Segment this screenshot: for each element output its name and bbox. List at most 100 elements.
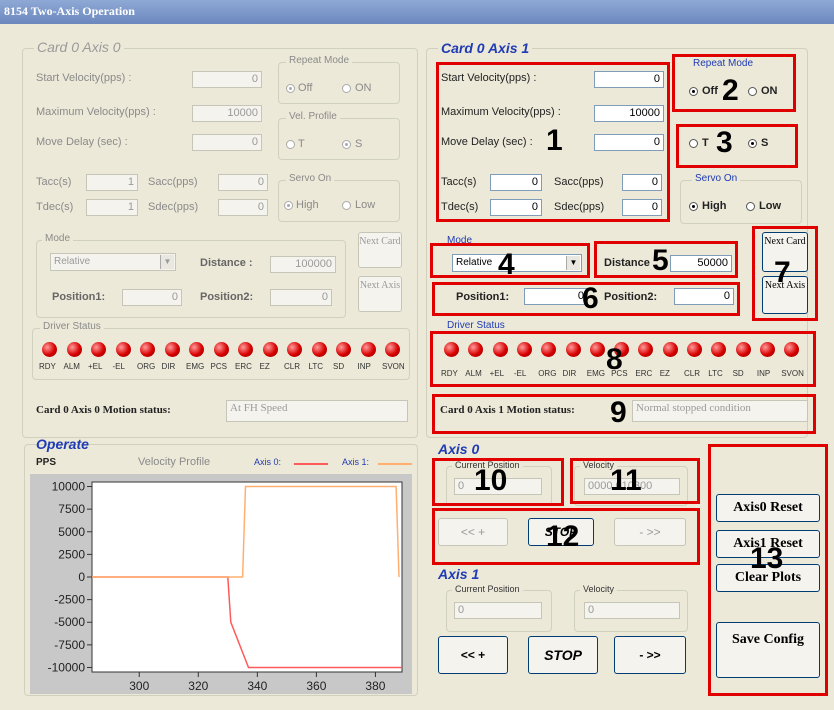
axis0-led-label: -EL [112,362,125,371]
axis0-servo-high-radio[interactable] [284,201,293,210]
annotation-number-4: 4 [498,248,515,281]
axis0-servo-high-label: High [296,199,319,211]
axis0-servo-title: Servo On [286,173,335,184]
axis0-vel-s-radio[interactable] [342,140,351,149]
axis0-sacc-label: Sacc(pps) [148,176,198,188]
axis1-current-position-field: 0 [454,602,542,619]
operate-axis1-title: Axis 1 [438,566,480,582]
y-tick-label: 5000 [58,525,85,539]
axis0-led-pcs [213,342,229,357]
axis0-led-rdy [42,342,57,357]
axis1-servo-high-radio[interactable] [689,202,698,211]
axis0-distance-field[interactable]: 100000 [270,256,336,273]
legend-axis0-line [294,463,328,465]
axis0-vel-t-label: T [298,138,305,150]
y-tick-label: -2500 [54,593,85,607]
axis0-led-inp [360,342,376,357]
axis0-repeat-on-radio[interactable] [342,84,351,93]
axis0-led-label: +EL [88,362,103,371]
annotation-number-10: 10 [474,464,508,497]
axis1-servo-group [680,180,802,224]
annotation-number-9: 9 [610,396,627,429]
axis1-velocity-field: 0 [584,602,680,619]
axis0-led-emg [189,342,204,357]
legend-axis0-label: Axis 0: [254,457,282,467]
axis0-mode-select[interactable]: Relative ▼ [50,253,176,271]
annotation-number-12: 12 [546,520,580,553]
axis0-position2-label: Position2: [200,291,254,303]
axis0-repeat-on-label: ON [355,82,372,94]
axis0-position1-label: Position1: [52,291,106,303]
axis0-led-label: SD [333,362,345,371]
axis0-led-label: RDY [39,362,56,371]
axis0-tdec-label: Tdec(s) [36,201,74,213]
axis0-servo-low-radio[interactable] [342,201,351,210]
annotation-box-3 [676,124,798,168]
axis1-servo-low-radio[interactable] [746,202,755,211]
chevron-down-icon: ▼ [160,255,174,269]
axis0-led-alm [66,342,82,357]
axis0-led-org [140,342,155,357]
annotation-number-11: 11 [610,464,642,497]
axis0-tacc-label: Tacc(s) [36,176,72,188]
y-tick-label: 10000 [52,480,86,494]
axis0-mode-value: Relative [54,256,91,267]
y-tick-label: -10000 [48,660,86,674]
axis0-move-delay-field[interactable]: 0 [192,134,262,151]
window-title: 8154 Two-Axis Operation [4,4,135,18]
axis0-tdec-field[interactable]: 1 [86,199,138,216]
axis1-servo-high-label: High [702,200,727,212]
axis0-led-label: CLR [284,362,301,371]
axis0-led-erc [238,342,253,357]
annotation-box-8 [430,331,816,387]
axis1-stop-button[interactable]: STOP [528,636,598,674]
x-tick-label: 340 [247,679,267,693]
axis0-led-sd [336,342,351,357]
velocity-profile-label: Velocity Profile [138,456,211,468]
axis0-led-minusel [115,342,131,357]
axis0-servo-low-label: Low [355,199,376,211]
axis0-repeat-off-label: Off [298,82,313,94]
y-tick-label: -7500 [54,638,85,652]
axis0-sdec-label: Sdec(pps) [148,201,199,213]
axis0-position2-field[interactable]: 0 [270,289,332,306]
axis0-led-ez [262,342,278,357]
annotation-number-13: 13 [750,542,784,575]
axis0-start-velocity-field[interactable]: 0 [192,71,262,88]
axis1-jog-plus-button[interactable]: - >> [614,636,686,674]
axis0-next-axis-button[interactable]: Next Axis [358,276,402,312]
axis0-led-label: EMG [186,362,205,371]
axis0-sacc-field[interactable]: 0 [218,174,268,191]
x-tick-label: 380 [365,679,385,693]
axis0-led-label: ORG [137,362,156,371]
axis0-led-label: ALM [63,362,80,371]
axis0-vel-profile-group [278,118,400,160]
operate-axis0-title: Axis 0 [438,441,480,457]
axis0-led-label: EZ [259,362,270,371]
axis0-mode-title: Mode [42,233,74,244]
y-tick-label: -5000 [54,615,85,629]
axis1-velocity-label: Velocity [580,584,618,594]
axis0-vel-profile-title: Vel. Profile [286,111,340,122]
x-tick-label: 320 [188,679,208,693]
axis0-repeat-mode-title: Repeat Mode [286,55,353,66]
axis1-servo-low-label: Low [759,200,781,212]
axis0-vel-t-radio[interactable] [286,140,295,149]
axis0-led-label: ERC [235,362,252,371]
axis0-max-velocity-field[interactable]: 10000 [192,105,262,122]
axis0-motion-status-label: Card 0 Axis 0 Motion status: [36,404,171,416]
annotation-number-8: 8 [606,343,623,376]
axis0-led-label: SVON [382,362,405,371]
axis1-jog-minus-button[interactable]: << + [438,636,508,674]
axis0-led-label: LTC [308,362,324,371]
axis0-sdec-field[interactable]: 0 [218,199,268,216]
axis0-repeat-off-radio[interactable] [286,84,295,93]
axis0-tacc-field[interactable]: 1 [86,174,138,191]
y-tick-label: 2500 [58,547,85,561]
axis1-driver-status-title: Driver Status [444,320,508,331]
axis0-start-velocity-label: Start Velocity(pps) : [36,72,132,84]
axis0-next-card-button[interactable]: Next Card [358,232,402,268]
legend-axis1-label: Axis 1: [342,457,370,467]
axis0-position1-field[interactable]: 0 [122,289,182,306]
title-bar: 8154 Two-Axis Operation [0,0,834,24]
